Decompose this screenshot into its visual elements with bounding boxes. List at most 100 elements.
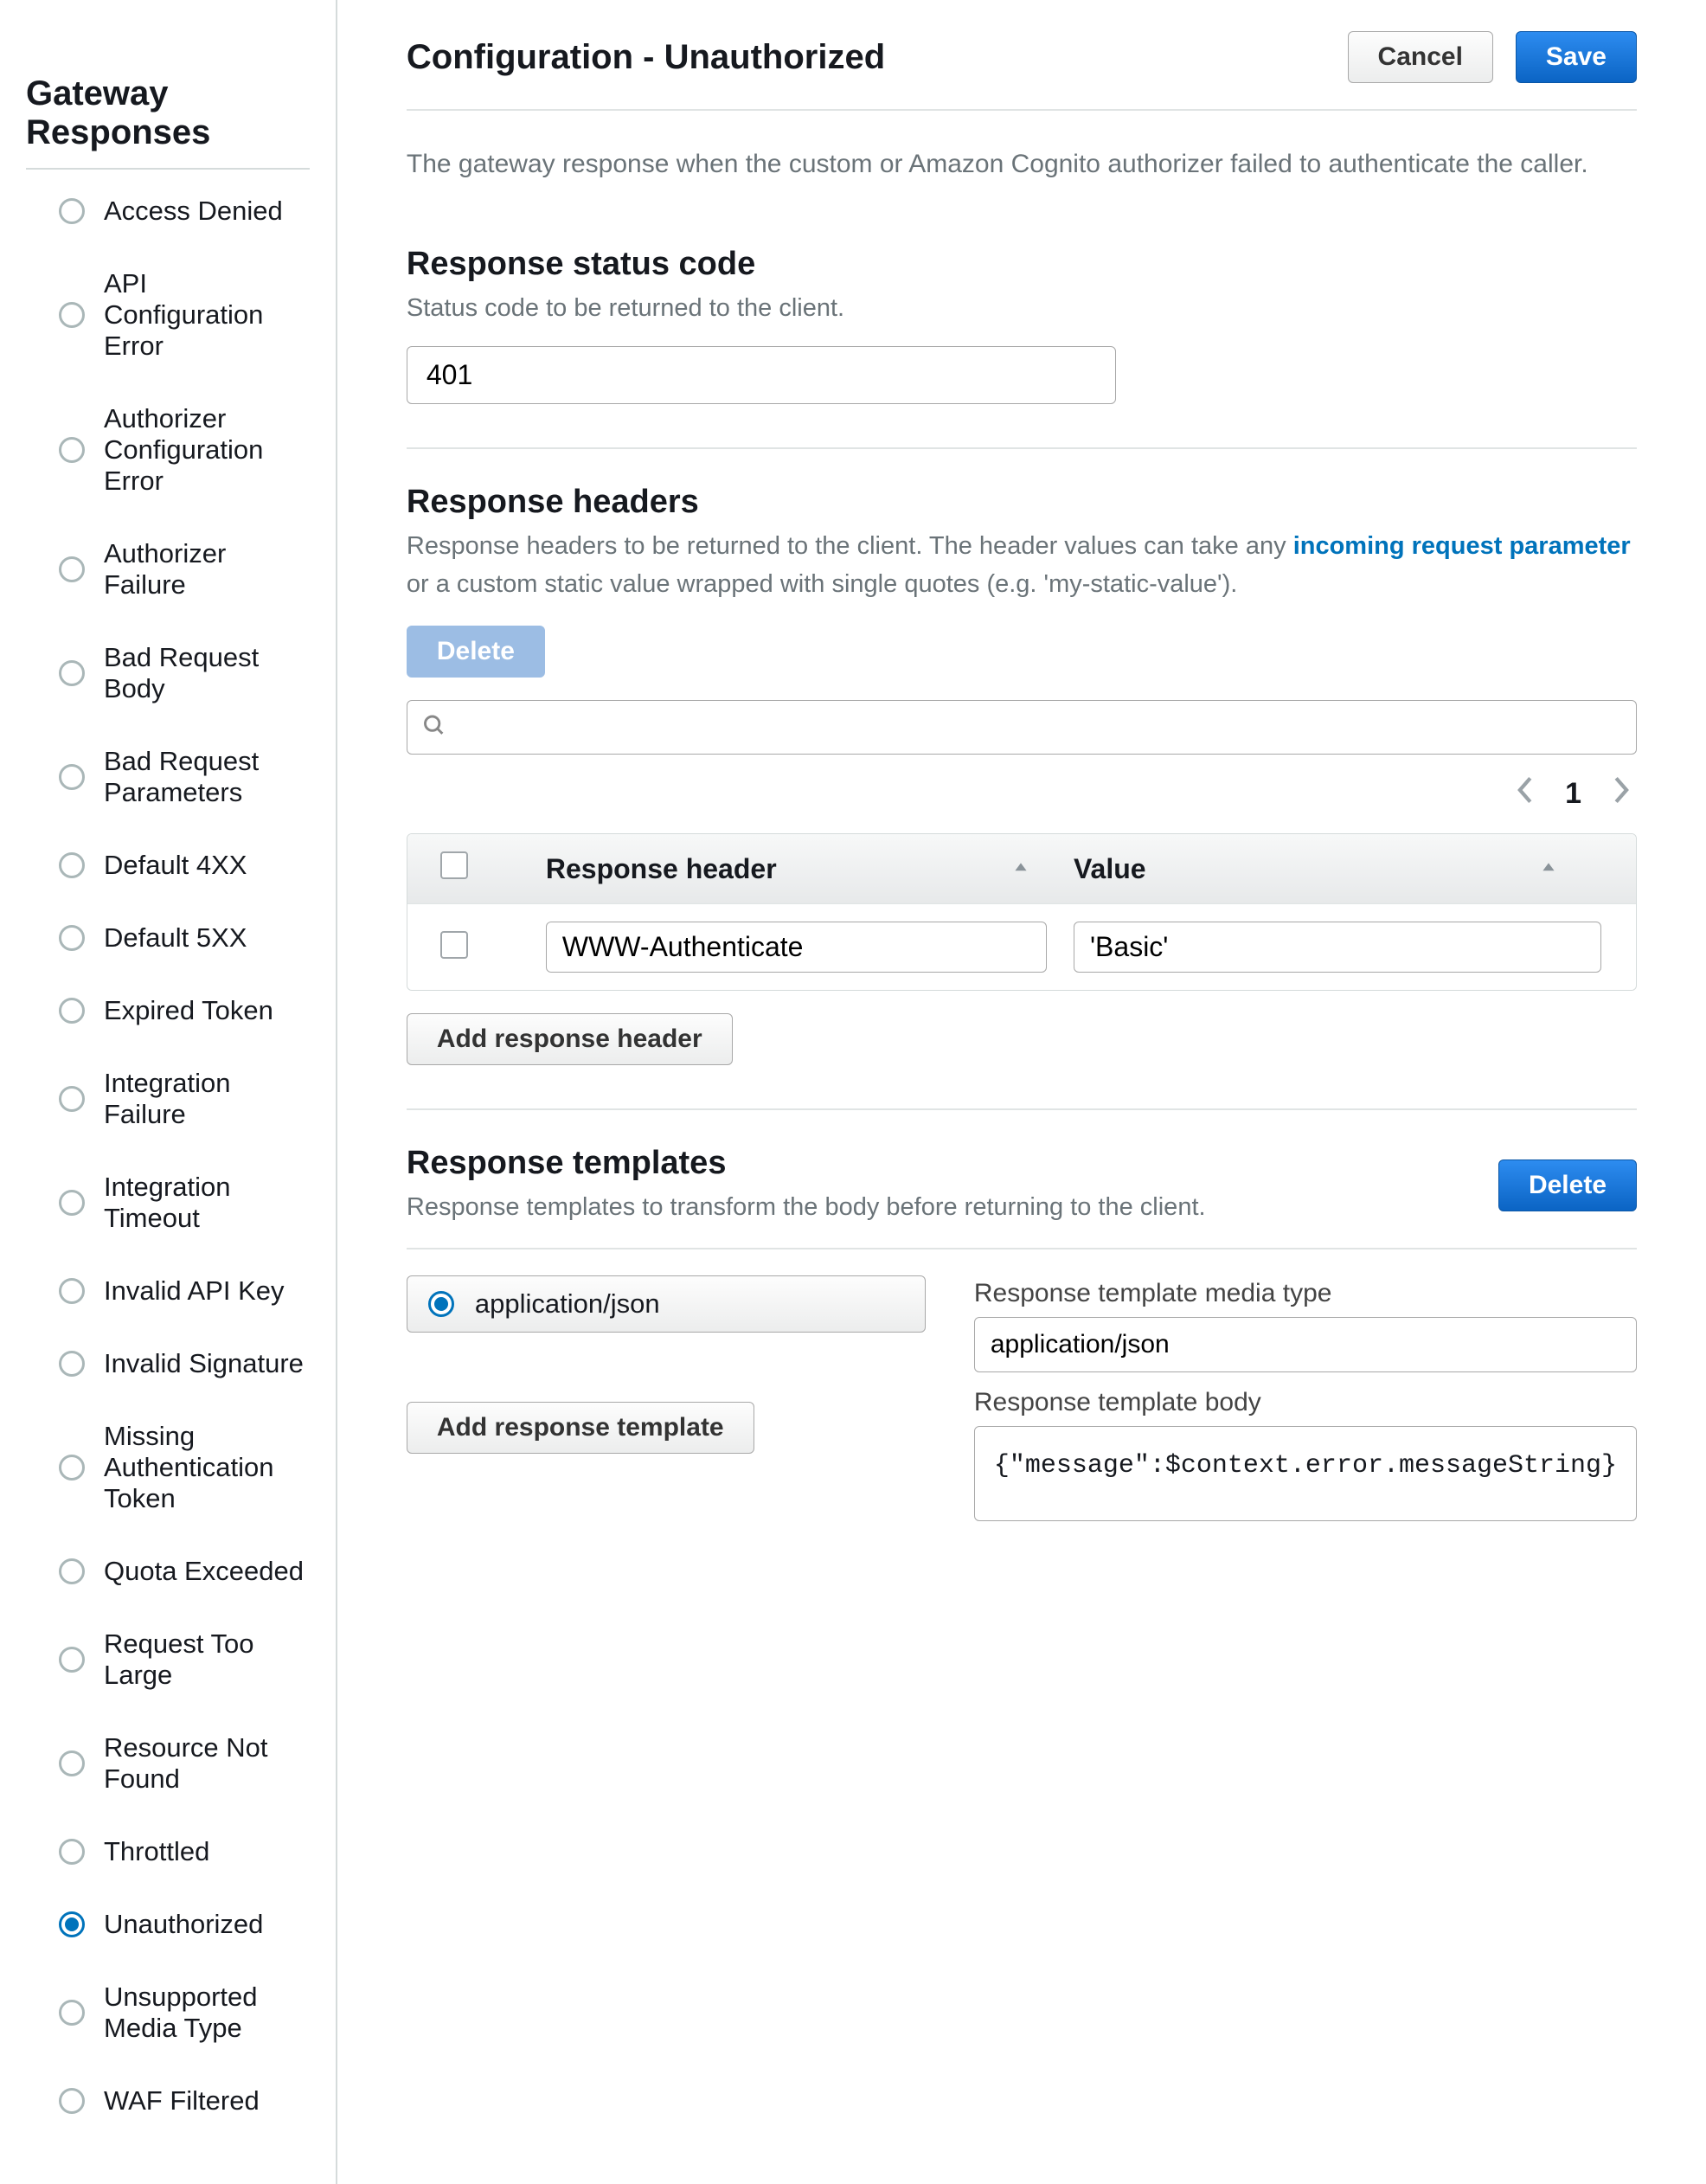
next-page-button[interactable]	[1613, 775, 1632, 813]
table-row	[407, 903, 1636, 990]
sidebar-item-label: Unsupported Media Type	[104, 1982, 310, 2044]
main-panel: Configuration - Unauthorized Cancel Save…	[337, 0, 1706, 2184]
sidebar-item-label: Access Denied	[104, 196, 283, 227]
media-type-label: Response template media type	[974, 1279, 1637, 1308]
prev-page-button[interactable]	[1515, 775, 1534, 813]
th-value[interactable]: Value	[1074, 853, 1146, 885]
template-body-label: Response template body	[974, 1388, 1637, 1417]
radio-icon	[59, 437, 85, 463]
sidebar-item-request-too-large[interactable]: Request Too Large	[59, 1628, 310, 1691]
radio-icon	[59, 1190, 85, 1216]
radio-icon	[59, 1351, 85, 1377]
pager: 1	[407, 775, 1632, 813]
search-headers-input[interactable]	[407, 700, 1637, 755]
response-headers-title: Response headers	[407, 484, 1637, 521]
sidebar-item-label: Quota Exceeded	[104, 1556, 304, 1587]
search-headers	[407, 700, 1637, 755]
response-headers-table: Response header Value	[407, 833, 1637, 991]
sidebar-item-label: Integration Failure	[104, 1068, 310, 1130]
sidebar-item-unsupported-media-type[interactable]: Unsupported Media Type	[59, 1982, 310, 2044]
sidebar-item-authorizer-configuration-error[interactable]: Authorizer Configuration Error	[59, 403, 310, 497]
radio-icon	[59, 2000, 85, 2026]
radio-icon	[59, 1911, 85, 1937]
radio-icon	[59, 302, 85, 328]
sidebar-item-label: Expired Token	[104, 995, 273, 1026]
template-body-input[interactable]: {"message":$context.error.messageString}	[974, 1426, 1637, 1521]
template-item-json[interactable]: application/json	[407, 1275, 926, 1333]
sidebar-item-api-configuration-error[interactable]: API Configuration Error	[59, 268, 310, 362]
sidebar-item-expired-token[interactable]: Expired Token	[59, 995, 310, 1026]
header-name-input[interactable]	[546, 922, 1048, 973]
sidebar-title: Gateway Responses	[26, 74, 310, 152]
incoming-request-parameter-link[interactable]: incoming request parameter	[1293, 532, 1631, 560]
sidebar-item-default-5xx[interactable]: Default 5XX	[59, 922, 310, 954]
sidebar-item-waf-filtered[interactable]: WAF Filtered	[59, 2085, 310, 2117]
page-description: The gateway response when the custom or …	[407, 145, 1637, 183]
sidebar-item-resource-not-found[interactable]: Resource Not Found	[59, 1732, 310, 1795]
sidebar-item-label: Invalid API Key	[104, 1275, 285, 1307]
sidebar-item-label: Invalid Signature	[104, 1348, 304, 1379]
status-code-title: Response status code	[407, 246, 1637, 283]
sidebar-item-bad-request-parameters[interactable]: Bad Request Parameters	[59, 746, 310, 808]
radio-icon	[59, 1647, 85, 1673]
page-title: Configuration - Unauthorized	[407, 38, 885, 77]
sidebar-item-label: Resource Not Found	[104, 1732, 310, 1795]
sidebar-item-missing-authentication-token[interactable]: Missing Authentication Token	[59, 1421, 310, 1514]
sidebar-item-authorizer-failure[interactable]: Authorizer Failure	[59, 538, 310, 601]
select-all-checkbox[interactable]	[440, 851, 468, 879]
status-code-sub: Status code to be returned to the client…	[407, 290, 1637, 328]
sidebar-item-label: Throttled	[104, 1836, 209, 1867]
radio-selected-icon	[428, 1291, 454, 1317]
sidebar-item-label: Default 5XX	[104, 922, 247, 954]
radio-icon	[59, 1278, 85, 1304]
radio-icon	[59, 1750, 85, 1776]
response-headers-sub: Response headers to be returned to the c…	[407, 528, 1637, 603]
radio-icon	[59, 198, 85, 224]
add-response-header-button[interactable]: Add response header	[407, 1013, 733, 1065]
delete-template-button[interactable]: Delete	[1498, 1159, 1637, 1211]
radio-icon	[59, 764, 85, 790]
row-checkbox[interactable]	[440, 931, 468, 959]
sidebar-item-label: WAF Filtered	[104, 2085, 260, 2117]
sort-icon[interactable]	[1011, 853, 1030, 885]
radio-icon	[59, 1558, 85, 1584]
radio-icon	[59, 998, 85, 1024]
save-button[interactable]: Save	[1516, 31, 1637, 83]
sidebar: Gateway Responses Access Denied API Confi…	[0, 0, 337, 2184]
radio-icon	[59, 2088, 85, 2114]
sidebar-item-label: Default 4XX	[104, 850, 247, 881]
response-templates-sub: Response templates to transform the body…	[407, 1189, 1206, 1227]
sidebar-item-label: Unauthorized	[104, 1909, 263, 1940]
sidebar-item-integration-failure[interactable]: Integration Failure	[59, 1068, 310, 1130]
delete-header-button: Delete	[407, 626, 545, 678]
sidebar-item-bad-request-body[interactable]: Bad Request Body	[59, 642, 310, 704]
radio-icon	[59, 1839, 85, 1865]
sidebar-item-throttled[interactable]: Throttled	[59, 1836, 310, 1867]
media-type-input[interactable]	[974, 1317, 1637, 1372]
header-value-input[interactable]	[1074, 922, 1601, 973]
sidebar-item-label: Missing Authentication Token	[104, 1421, 310, 1514]
sort-icon[interactable]	[1539, 853, 1558, 885]
th-response-header[interactable]: Response header	[546, 853, 777, 885]
sidebar-item-default-4xx[interactable]: Default 4XX	[59, 850, 310, 881]
status-code-input[interactable]	[407, 346, 1116, 404]
search-icon	[422, 713, 446, 742]
sidebar-item-invalid-signature[interactable]: Invalid Signature	[59, 1348, 310, 1379]
sidebar-item-quota-exceeded[interactable]: Quota Exceeded	[59, 1556, 310, 1587]
radio-icon	[59, 852, 85, 878]
sidebar-item-access-denied[interactable]: Access Denied	[59, 196, 310, 227]
sidebar-item-label: Authorizer Failure	[104, 538, 310, 601]
sidebar-item-integration-timeout[interactable]: Integration Timeout	[59, 1172, 310, 1234]
sidebar-item-unauthorized[interactable]: Unauthorized	[59, 1909, 310, 1940]
sidebar-item-label: Request Too Large	[104, 1628, 310, 1691]
sidebar-item-invalid-api-key[interactable]: Invalid API Key	[59, 1275, 310, 1307]
add-response-template-button[interactable]: Add response template	[407, 1402, 754, 1454]
sidebar-item-label: Bad Request Body	[104, 642, 310, 704]
cancel-button[interactable]: Cancel	[1348, 31, 1493, 83]
radio-icon	[59, 1086, 85, 1112]
sidebar-item-label: Bad Request Parameters	[104, 746, 310, 808]
radio-icon	[59, 660, 85, 686]
radio-icon	[59, 556, 85, 582]
sidebar-item-label: Integration Timeout	[104, 1172, 310, 1234]
response-templates-title: Response templates	[407, 1145, 1206, 1182]
